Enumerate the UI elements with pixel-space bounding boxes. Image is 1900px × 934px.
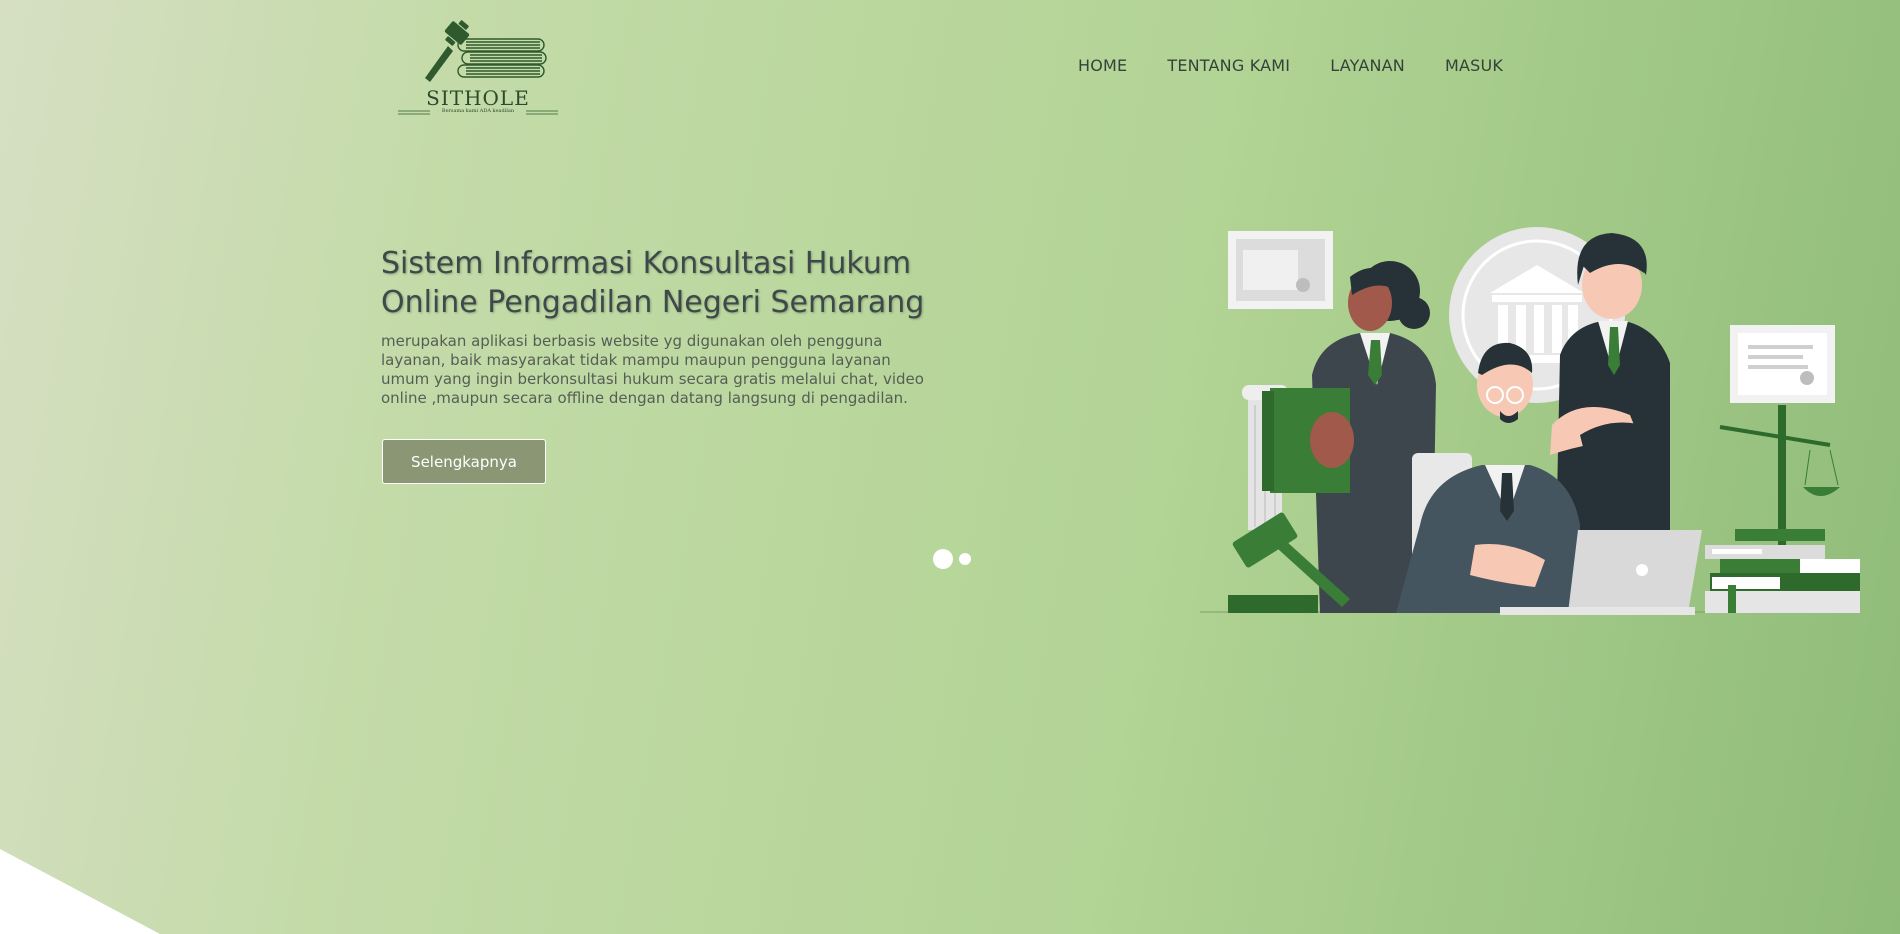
slider-dot-2[interactable] <box>959 553 971 565</box>
woman-lawyer <box>1262 261 1436 613</box>
slider-dots <box>933 549 971 569</box>
hero-title: Sistem Informasi Konsultasi Hukum Online… <box>381 244 941 322</box>
main-nav: HOME TENTANG KAMI LAYANAN MASUK <box>1078 56 1503 75</box>
slider-dot-1[interactable] <box>933 549 953 569</box>
certificate-icon <box>1730 325 1835 403</box>
lawyers-illustration <box>1200 227 1860 615</box>
site-logo[interactable]: SITHOLE Bersama kami ADA keadilan <box>396 18 560 120</box>
learn-more-button[interactable]: Selengkapnya <box>382 439 546 484</box>
hero-title-line-2: Online Pengadilan Negeri Semarang <box>381 285 925 320</box>
gavel-books-icon <box>425 20 547 82</box>
books-icon <box>1705 545 1860 613</box>
hero-section: Sistem Informasi Konsultasi Hukum Online… <box>381 244 941 408</box>
decorative-corner-wedge <box>0 849 160 934</box>
frame-icon <box>1228 231 1333 309</box>
nav-services[interactable]: LAYANAN <box>1330 56 1405 75</box>
logo-underline-rules <box>398 110 558 115</box>
nav-about[interactable]: TENTANG KAMI <box>1167 56 1290 75</box>
logo-wordmark: SITHOLE <box>426 86 530 110</box>
hero-title-line-1: Sistem Informasi Konsultasi Hukum <box>381 246 912 281</box>
hero-description: merupakan aplikasi berbasis website yg d… <box>381 332 924 407</box>
nav-home[interactable]: HOME <box>1078 56 1127 75</box>
nav-login[interactable]: MASUK <box>1445 56 1503 75</box>
scales-icon <box>1719 405 1840 545</box>
